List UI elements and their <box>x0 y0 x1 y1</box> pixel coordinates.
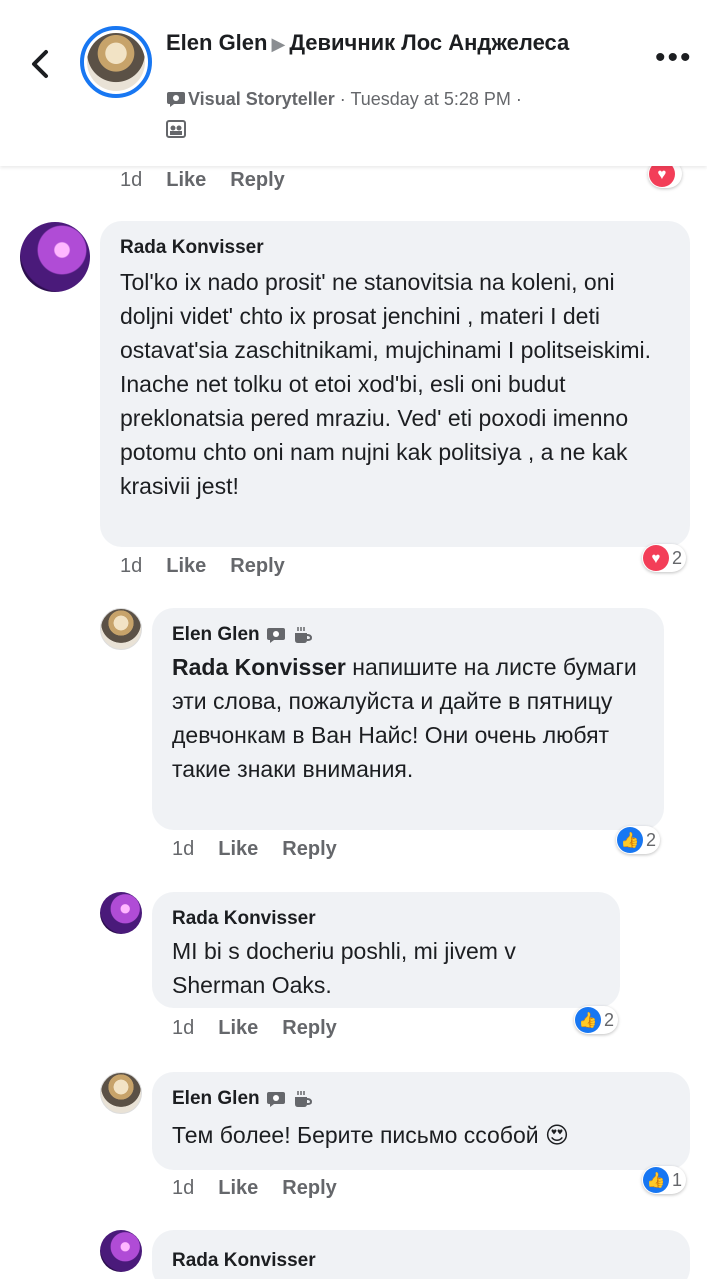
more-options-icon[interactable]: ••• <box>655 43 693 73</box>
comment-actions: 1d Like Reply <box>172 1177 337 1200</box>
comment-text: Тем более! Берите письмо ссобой 😍 <box>172 1122 569 1148</box>
post-author[interactable]: Elen Glen <box>166 30 267 55</box>
separator-dot: · <box>339 89 346 109</box>
coffee-cup-icon <box>294 627 312 643</box>
comment-text: Tol'ko ix nado prosit' ne stanovitsia na… <box>120 269 652 499</box>
visual-storyteller-icon <box>266 628 285 643</box>
comment-bubble: Rada Konvisser <box>152 1230 690 1279</box>
reaction-badge[interactable]: 👍 1 <box>642 1166 687 1194</box>
comment-text: Rada Konvisser напишите на листе бумаги … <box>172 654 637 782</box>
comment-time[interactable]: 1d <box>172 1017 194 1039</box>
avatar[interactable] <box>20 222 90 292</box>
comment-author[interactable]: Elen Glen <box>172 1086 670 1112</box>
comment-time[interactable]: 1d <box>172 1177 194 1199</box>
comment-actions: 1d Like Reply <box>172 838 337 861</box>
comment-actions: 1d Like Reply <box>172 1017 337 1040</box>
reaction-count: 2 <box>672 547 683 568</box>
reaction-count: 2 <box>604 1009 615 1030</box>
arrow-right-icon: ▶ <box>271 34 286 54</box>
visual-storyteller-icon <box>167 92 185 107</box>
reaction-badge[interactable]: ♥ 2 <box>642 544 687 572</box>
comment-bubble: Elen Glen Тем более! Берите письмо ссобо… <box>152 1072 690 1170</box>
separator-dot: · <box>515 89 522 109</box>
post-time[interactable]: Tuesday at 5:28 PM <box>350 89 510 109</box>
visual-storyteller-icon <box>266 1092 285 1107</box>
reaction-badge[interactable]: 👍 2 <box>616 826 661 854</box>
like-button[interactable]: Like <box>218 838 258 860</box>
thumbs-up-icon: 👍 <box>617 827 643 853</box>
comment-time[interactable]: 1d <box>172 838 194 860</box>
reaction-badge[interactable]: 👍 2 <box>574 1006 619 1034</box>
coffee-cup-icon <box>294 1091 312 1107</box>
author-avatar[interactable] <box>80 26 152 98</box>
thumbs-up-icon: 👍 <box>643 1167 669 1193</box>
like-button[interactable]: Like <box>166 169 206 191</box>
post-meta: Visual Storyteller · Tuesday at 5:28 PM … <box>166 89 522 110</box>
comment-author[interactable]: Rada Konvisser <box>172 1248 670 1274</box>
comment-bubble: Rada Konvisser MI bi s docheriu poshli, … <box>152 892 620 1008</box>
group-name[interactable]: Девичник Лос Анджелеса <box>289 30 569 55</box>
thumbs-up-icon: 👍 <box>575 1007 601 1033</box>
post-header: Elen Glen ▶ Девичник Лос Анджелеса Visual … <box>0 0 707 166</box>
avatar[interactable] <box>100 1072 142 1114</box>
comment-author[interactable]: Rada Konvisser <box>120 235 670 261</box>
reply-button[interactable]: Reply <box>230 169 284 191</box>
avatar[interactable] <box>100 1230 142 1272</box>
reply-button[interactable]: Reply <box>282 1177 336 1199</box>
comment-actions: 1d Like Reply <box>120 169 285 192</box>
like-button[interactable]: Like <box>218 1017 258 1039</box>
back-icon[interactable] <box>24 44 58 84</box>
reaction-count: 1 <box>672 1169 683 1190</box>
comment-time[interactable]: 1d <box>120 169 142 191</box>
comment-actions: 1d Like Reply <box>120 555 285 578</box>
reply-button[interactable]: Reply <box>230 555 284 577</box>
avatar[interactable] <box>100 892 142 934</box>
reply-button[interactable]: Reply <box>282 1017 336 1039</box>
mention-link[interactable]: Rada Konvisser <box>172 654 346 680</box>
love-reaction-icon: ♥ <box>643 545 669 571</box>
like-button[interactable]: Like <box>166 555 206 577</box>
reply-button[interactable]: Reply <box>282 838 336 860</box>
badge-label: Visual Storyteller <box>188 89 335 109</box>
comment-author[interactable]: Rada Konvisser <box>172 906 600 932</box>
comment-time[interactable]: 1d <box>120 555 142 577</box>
reaction-count: 2 <box>646 829 657 850</box>
comment-author[interactable]: Elen Glen <box>172 622 644 648</box>
comment-bubble: Rada Konvisser Tol'ko ix nado prosit' ne… <box>100 221 690 547</box>
comment-text: MI bi s docheriu poshli, mi jivem v Sher… <box>172 938 516 998</box>
post-title: Elen Glen ▶ Девичник Лос Анджелеса <box>166 28 606 59</box>
comment-bubble: Elen Glen Rada Konvisser напишите на лис… <box>152 608 664 830</box>
like-button[interactable]: Like <box>218 1177 258 1199</box>
avatar[interactable] <box>100 608 142 650</box>
group-privacy-icon <box>166 120 186 138</box>
